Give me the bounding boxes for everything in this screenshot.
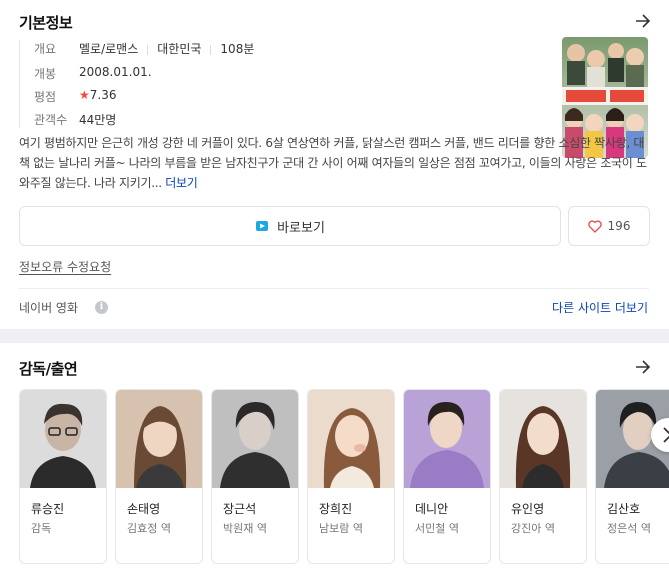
watch-now-label: 바로보기 [277,220,325,236]
cast-card[interactable]: 손태영 김효정 역 [115,389,203,564]
cast-section: 감독/출연 류승진 감독 손태영 김효정 역 장근석 박원재 역 장희진 남보람… [0,343,669,583]
section-title: 감독/출연 [19,360,78,378]
basic-info-section: 기본정보 개요 멜로/로맨스 대한민국 108분 개봉 2008.01.01. 평점… [0,0,669,329]
person-photo [212,390,298,488]
rating-label: 평점 [34,90,57,104]
info-icon[interactable]: i [95,301,108,314]
cast-name: 유인영 [511,502,545,516]
separator [147,44,149,55]
cast-name: 손태영 [127,502,161,516]
genre-link[interactable]: 멜로/로맨스 [79,42,138,56]
heart-icon [587,219,602,233]
audience-value: 44만명 [79,113,117,127]
rating-number: 7.36 [89,88,117,102]
cast-card[interactable]: 김산호 정은석 역 [595,389,669,564]
star-icon: ★ [79,88,90,102]
synopsis: 여기 평범하지만 은근히 개성 강한 네 커플이 있다. 6살 연상연하 커플,… [19,133,649,193]
release-date: 2008.01.01. [79,65,152,79]
person-photo [20,390,106,488]
cast-card[interactable]: 유인영 강진아 역 [499,389,587,564]
cast-name: 김산호 [607,502,641,516]
chevron-right-icon [663,427,669,443]
overview-label: 개요 [34,42,57,56]
cast-card[interactable]: 장희진 남보람 역 [307,389,395,564]
section-title: 기본정보 [19,14,73,32]
synopsis-text: 여기 평범하지만 은근히 개성 강한 네 커플이 있다. 6살 연상연하 커플,… [19,136,647,190]
info-divider [19,40,20,128]
source-label: 네이버 영화 [19,301,79,315]
cast-role: 서민철 역 [415,522,459,535]
release-label: 개봉 [34,67,57,81]
person-photo [116,390,202,488]
cast-name: 장근석 [223,502,257,516]
arrow-right-icon[interactable] [635,14,651,28]
cast-name: 데니안 [415,502,449,516]
arrow-right-icon[interactable] [635,360,651,374]
report-error-link[interactable]: 정보오류 수정요청 [19,258,111,275]
cast-card[interactable]: 데니안 서민철 역 [403,389,491,564]
more-link[interactable]: 더보기 [165,176,198,190]
person-photo [308,390,394,488]
runtime: 108분 [220,42,255,56]
cast-role: 감독 [31,522,52,535]
cast-role: 정은석 역 [607,522,651,535]
like-count: 196 [607,219,631,233]
cast-card[interactable]: 류승진 감독 [19,389,107,564]
separator [210,44,212,55]
play-service-icon [256,221,269,231]
like-button[interactable]: 196 [568,206,650,246]
cast-role: 김효정 역 [127,522,171,535]
cast-role: 강진아 역 [511,522,555,535]
rating-value: ★7.36 [79,88,116,102]
cast-role: 박원재 역 [223,522,267,535]
overview-value: 멜로/로맨스 대한민국 108분 [79,40,254,57]
carousel-next-button[interactable] [651,418,669,452]
person-photo [500,390,586,488]
cast-name: 류승진 [31,502,65,516]
other-sites-link[interactable]: 다른 사이트 더보기 [552,299,648,316]
person-photo [404,390,490,488]
divider [19,288,649,289]
audience-label: 관객수 [34,113,68,127]
cast-card[interactable]: 장근석 박원재 역 [211,389,299,564]
country-link[interactable]: 대한민국 [157,42,201,56]
cast-name: 장희진 [319,502,353,516]
cast-role: 남보람 역 [319,522,363,535]
watch-now-button[interactable]: 바로보기 [19,206,561,246]
